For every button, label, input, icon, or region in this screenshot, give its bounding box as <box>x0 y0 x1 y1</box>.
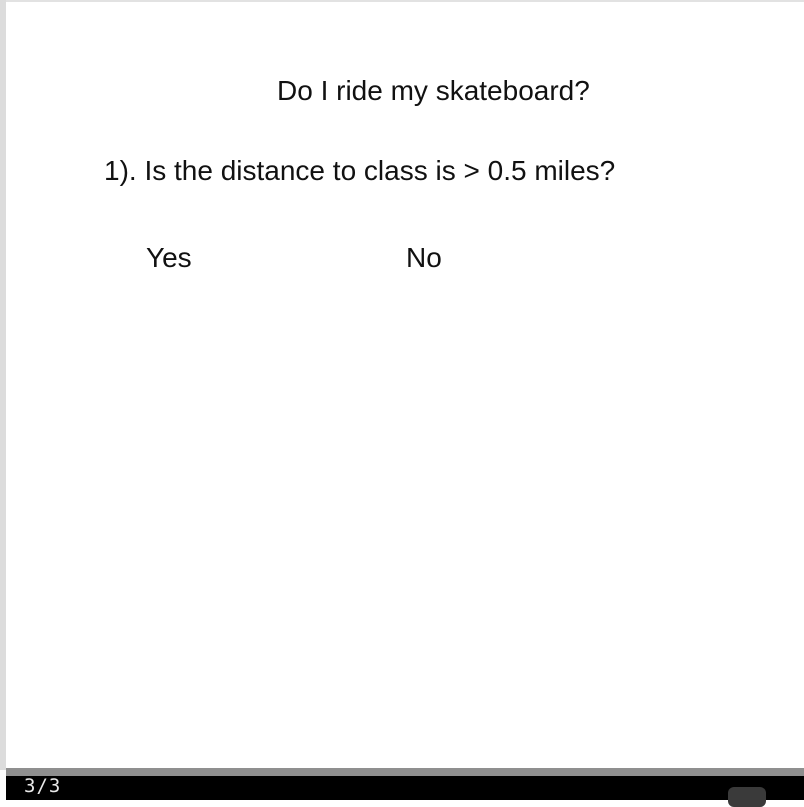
page-counter: 3/3 <box>24 775 62 797</box>
progress-bar[interactable] <box>6 768 804 776</box>
question-text: 1). Is the distance to class is > 0.5 mi… <box>104 155 616 186</box>
slide-viewer: Do I ride my skateboard? 1). Is the dist… <box>0 0 804 807</box>
toolbar-control-button[interactable] <box>728 787 766 807</box>
answer-yes: Yes <box>146 242 192 273</box>
slide-canvas: Do I ride my skateboard? 1). Is the dist… <box>6 2 804 768</box>
answer-no: No <box>406 242 442 273</box>
slide-title: Do I ride my skateboard? <box>277 75 590 106</box>
bottom-toolbar <box>6 776 804 800</box>
